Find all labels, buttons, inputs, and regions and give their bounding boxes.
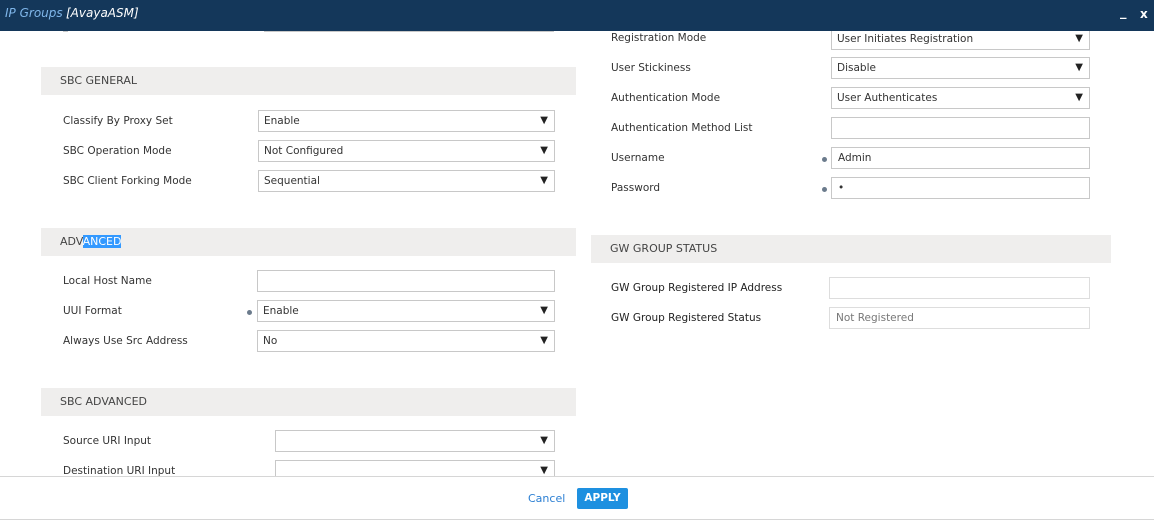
- gw-group-registered-ip-field: [829, 277, 1090, 299]
- select-value: Sequential: [264, 175, 320, 187]
- select-value: User Authenticates: [837, 92, 938, 104]
- window-title: IP Groups: [5, 6, 63, 20]
- input-value: •: [838, 182, 845, 194]
- dropdown-arrow-icon: ▼: [540, 435, 548, 446]
- dialog-footer: Cancel APPLY: [0, 476, 1154, 520]
- select-value: No: [263, 335, 278, 347]
- registration-mode-label: Registration Mode: [611, 32, 707, 44]
- select-value: Enable: [264, 115, 300, 127]
- dropdown-arrow-icon: ▼: [540, 175, 548, 186]
- local-host-name-label: Local Host Name: [63, 275, 152, 287]
- dropdown-arrow-icon: ▼: [1075, 92, 1083, 103]
- sbc-operation-mode-select[interactable]: Not Configured ▼: [258, 140, 555, 162]
- section-title-plain: ADV: [60, 235, 83, 248]
- select-value: Not Configured: [264, 145, 344, 157]
- gw-group-registered-ip-label: GW Group Registered IP Address: [611, 282, 783, 294]
- window-subtitle: [AvayaASM]: [66, 6, 139, 20]
- gw-group-registered-status-label: GW Group Registered Status: [611, 312, 762, 324]
- local-host-name-input[interactable]: [257, 270, 555, 292]
- dropdown-arrow-icon: ▼: [540, 305, 548, 316]
- section-title-selected-text: ANCED: [82, 235, 122, 248]
- select-value: Disable: [837, 62, 876, 74]
- dropdown-arrow-icon: ▼: [540, 145, 548, 156]
- minimize-icon[interactable]: _: [1120, 5, 1127, 20]
- classify-by-proxy-set-label: Classify By Proxy Set: [63, 115, 173, 127]
- source-uri-input-select[interactable]: ▼: [275, 430, 555, 452]
- section-header-sbc-advanced: SBC ADVANCED: [41, 388, 576, 416]
- username-input[interactable]: Admin: [831, 147, 1090, 169]
- sbc-client-forking-mode-label: SBC Client Forking Mode: [63, 175, 192, 187]
- dropdown-arrow-icon: ▼: [540, 115, 548, 126]
- section-header-gw-group-status: GW GROUP STATUS: [591, 235, 1111, 263]
- modified-indicator-icon: [247, 310, 252, 315]
- password-label: Password: [611, 182, 661, 194]
- section-header-sbc-general: SBC GENERAL: [41, 67, 576, 95]
- input-value: Admin: [838, 152, 872, 164]
- dropdown-arrow-icon: ▼: [1075, 62, 1083, 73]
- uui-format-select[interactable]: Enable ▼: [257, 300, 555, 322]
- classify-by-proxy-set-select[interactable]: Enable ▼: [258, 110, 555, 132]
- authentication-method-list-input[interactable]: [831, 117, 1090, 139]
- destination-uri-input-select[interactable]: ▼: [275, 460, 555, 476]
- password-input[interactable]: •: [831, 177, 1090, 199]
- apply-button[interactable]: APPLY: [577, 488, 628, 509]
- gw-group-registered-status-field: Not Registered: [829, 307, 1090, 329]
- form-content[interactable]: SBC GENERAL Classify By Proxy Set Enable…: [0, 31, 1154, 476]
- field-value: Not Registered: [836, 312, 914, 324]
- modified-indicator-icon: [822, 157, 827, 162]
- section-header-advanced: ADVANCED: [41, 228, 576, 256]
- uui-format-label: UUI Format: [63, 305, 122, 317]
- username-label: Username: [611, 152, 665, 164]
- user-stickiness-label: User Stickiness: [611, 62, 691, 74]
- clipped-field-edge: [63, 31, 68, 32]
- modified-indicator-icon: [822, 187, 827, 192]
- window-title-bar: IP Groups [AvayaASM] _ x: [0, 0, 1154, 31]
- always-use-src-address-select[interactable]: No ▼: [257, 330, 555, 352]
- user-stickiness-select[interactable]: Disable ▼: [831, 57, 1090, 79]
- select-value: User Initiates Registration: [837, 33, 974, 45]
- clipped-field-edge: [264, 31, 554, 32]
- authentication-mode-label: Authentication Mode: [611, 92, 721, 104]
- cancel-button[interactable]: Cancel: [528, 492, 565, 505]
- sbc-operation-mode-label: SBC Operation Mode: [63, 145, 172, 157]
- close-icon[interactable]: x: [1140, 7, 1148, 21]
- authentication-mode-select[interactable]: User Authenticates ▼: [831, 87, 1090, 109]
- source-uri-input-label: Source URI Input: [63, 435, 152, 447]
- select-value: Enable: [263, 305, 299, 317]
- dropdown-arrow-icon: ▼: [540, 465, 548, 476]
- dropdown-arrow-icon: ▼: [540, 335, 548, 346]
- destination-uri-input-label: Destination URI Input: [63, 465, 176, 476]
- registration-mode-select[interactable]: User Initiates Registration ▼: [831, 31, 1090, 50]
- always-use-src-address-label: Always Use Src Address: [63, 335, 188, 347]
- dropdown-arrow-icon: ▼: [1075, 33, 1083, 44]
- authentication-method-list-label: Authentication Method List: [611, 122, 753, 134]
- sbc-client-forking-mode-select[interactable]: Sequential ▼: [258, 170, 555, 192]
